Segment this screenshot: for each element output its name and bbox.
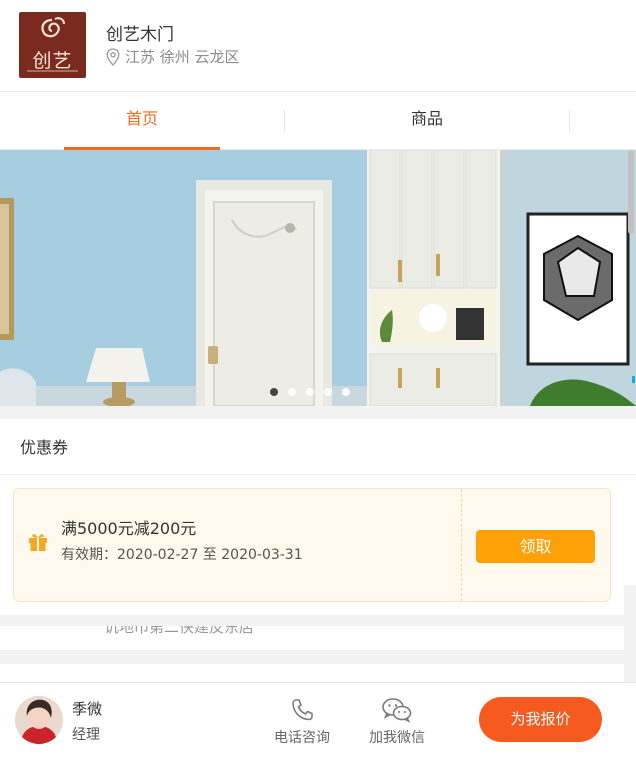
page-scrollbar[interactable] (628, 150, 634, 234)
agent-avatar[interactable] (15, 696, 63, 744)
wechat-icon (382, 698, 412, 723)
carousel-dot[interactable] (342, 388, 350, 396)
agent-avatar-image (15, 696, 63, 744)
shop-name: 创艺木门 (106, 25, 174, 45)
carousel-dot[interactable] (270, 388, 278, 396)
right-edge-gap (624, 585, 636, 682)
phone-consult-label: 电话咨询 (274, 730, 330, 746)
logo-underline (27, 70, 78, 72)
phone-consult-button[interactable]: 电话咨询 (267, 697, 337, 747)
section-divider (0, 474, 636, 475)
location-pin-icon (106, 47, 120, 66)
bottom-action-bar: 季微 经理 电话咨询 加我微信 为我报价 (0, 682, 636, 758)
phone-icon (292, 699, 313, 721)
shop-logo[interactable]: 创艺 (19, 12, 86, 78)
carousel-dot[interactable] (306, 388, 314, 396)
agent-role: 经理 (72, 727, 100, 743)
add-wechat-button[interactable]: 加我微信 (362, 697, 432, 747)
claim-coupon-button[interactable]: 领取 (476, 530, 595, 563)
carousel-dot[interactable] (288, 388, 296, 396)
carousel-dot[interactable] (324, 388, 332, 396)
logo-text: 创艺 (32, 50, 73, 72)
coupon-separator (461, 489, 462, 601)
tab-products-label: 商品 (410, 109, 443, 128)
tab-bar: 首页 商品 (0, 92, 636, 150)
coupon-section: 优惠券 满5000元减200元 有效期：2020-02-27 至 2020-03… (0, 419, 636, 615)
coupon-amount: 满5000元减200元 (61, 519, 197, 538)
tab-home-label: 首页 (125, 109, 158, 128)
agent-name: 季微 (72, 700, 103, 718)
next-section-edge (0, 664, 624, 682)
logo-swirl-icon (41, 17, 65, 38)
gift-icon (29, 534, 47, 551)
coupon-validity: 有效期：2020-02-27 至 2020-03-31 (61, 547, 303, 563)
banner-image (0, 150, 636, 406)
section-title: 优惠券 (20, 438, 69, 457)
carousel-dots (270, 388, 350, 396)
banner-carousel[interactable] (0, 150, 636, 406)
shop-location-text: 江苏 徐州 云龙区 (125, 48, 240, 66)
section-gap (0, 650, 636, 664)
request-quote-button[interactable]: 为我报价 (479, 697, 602, 742)
tab-home[interactable]: 首页 (64, 92, 220, 150)
add-wechat-label: 加我微信 (369, 730, 425, 746)
obscured-content: 讥地巾第二快建反东店 (0, 626, 624, 650)
shop-header: 创艺 创艺木门 江苏 徐州 云龙区 (0, 0, 636, 92)
tab-divider (569, 110, 570, 132)
coupon-card: 满5000元减200元 有效期：2020-02-27 至 2020-03-31 … (13, 488, 611, 602)
shop-location: 江苏 徐州 云龙区 (106, 46, 240, 67)
obscured-text: 讥地巾第二快建反东店 (104, 626, 255, 636)
tab-divider (284, 110, 285, 132)
tab-products[interactable]: 商品 (349, 92, 505, 150)
edge-marker (632, 376, 635, 383)
